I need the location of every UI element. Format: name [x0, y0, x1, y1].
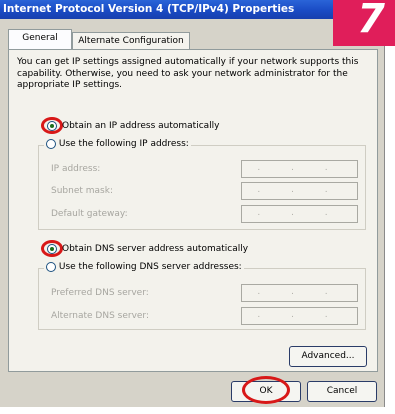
radio-use-following-dns[interactable]	[46, 262, 56, 272]
advanced-button[interactable]: Advanced...	[289, 346, 367, 367]
radio-obtain-ip-auto[interactable]	[47, 121, 57, 131]
ip-address-input[interactable]: . . .	[241, 160, 358, 178]
radio-use-following-dns-label: Use the following DNS server addresses:	[58, 262, 242, 272]
tab-alternate-configuration[interactable]: Alternate Configuration	[72, 32, 190, 50]
bottom-strip	[0, 407, 395, 414]
highlight-circle-ok	[242, 376, 290, 404]
default-gateway-label: Default gateway:	[51, 209, 128, 219]
preferred-dns-label: Preferred DNS server:	[51, 288, 149, 298]
subnet-mask-input[interactable]: . . .	[241, 182, 358, 200]
alternate-dns-label: Alternate DNS server:	[51, 311, 150, 321]
title-bar[interactable]: Internet Protocol Version 4 (TCP/IPv4) P…	[0, 0, 385, 19]
preferred-dns-input[interactable]: . . .	[241, 284, 358, 302]
radio-obtain-ip-auto-label: Obtain an IP address automatically	[62, 121, 220, 131]
manual-ip-group-legend: Use the following IP address:	[44, 139, 191, 150]
radio-use-following-ip-label: Use the following IP address:	[58, 139, 189, 149]
subnet-mask-label: Subnet mask:	[51, 186, 113, 196]
default-gateway-input[interactable]: . . .	[241, 205, 358, 223]
dialog-title: Internet Protocol Version 4 (TCP/IPv4) P…	[3, 3, 295, 15]
alternate-dns-input[interactable]: . . .	[241, 307, 358, 325]
tab-general[interactable]: General	[8, 29, 72, 49]
ip-address-label: IP address:	[51, 164, 101, 174]
step-number-badge: 7	[333, 0, 395, 46]
manual-dns-group-legend: Use the following DNS server addresses:	[44, 262, 244, 273]
step-number: 7	[357, 0, 385, 42]
radio-obtain-dns-auto-label: Obtain DNS server address automatically	[62, 244, 249, 254]
description-text: You can get IP settings assigned automat…	[17, 57, 359, 90]
cancel-button[interactable]: Cancel	[307, 381, 377, 402]
tcpip-properties-dialog: Internet Protocol Version 4 (TCP/IPv4) P…	[0, 0, 385, 407]
radio-obtain-dns-auto[interactable]	[47, 244, 57, 254]
radio-use-following-ip[interactable]	[46, 139, 56, 149]
